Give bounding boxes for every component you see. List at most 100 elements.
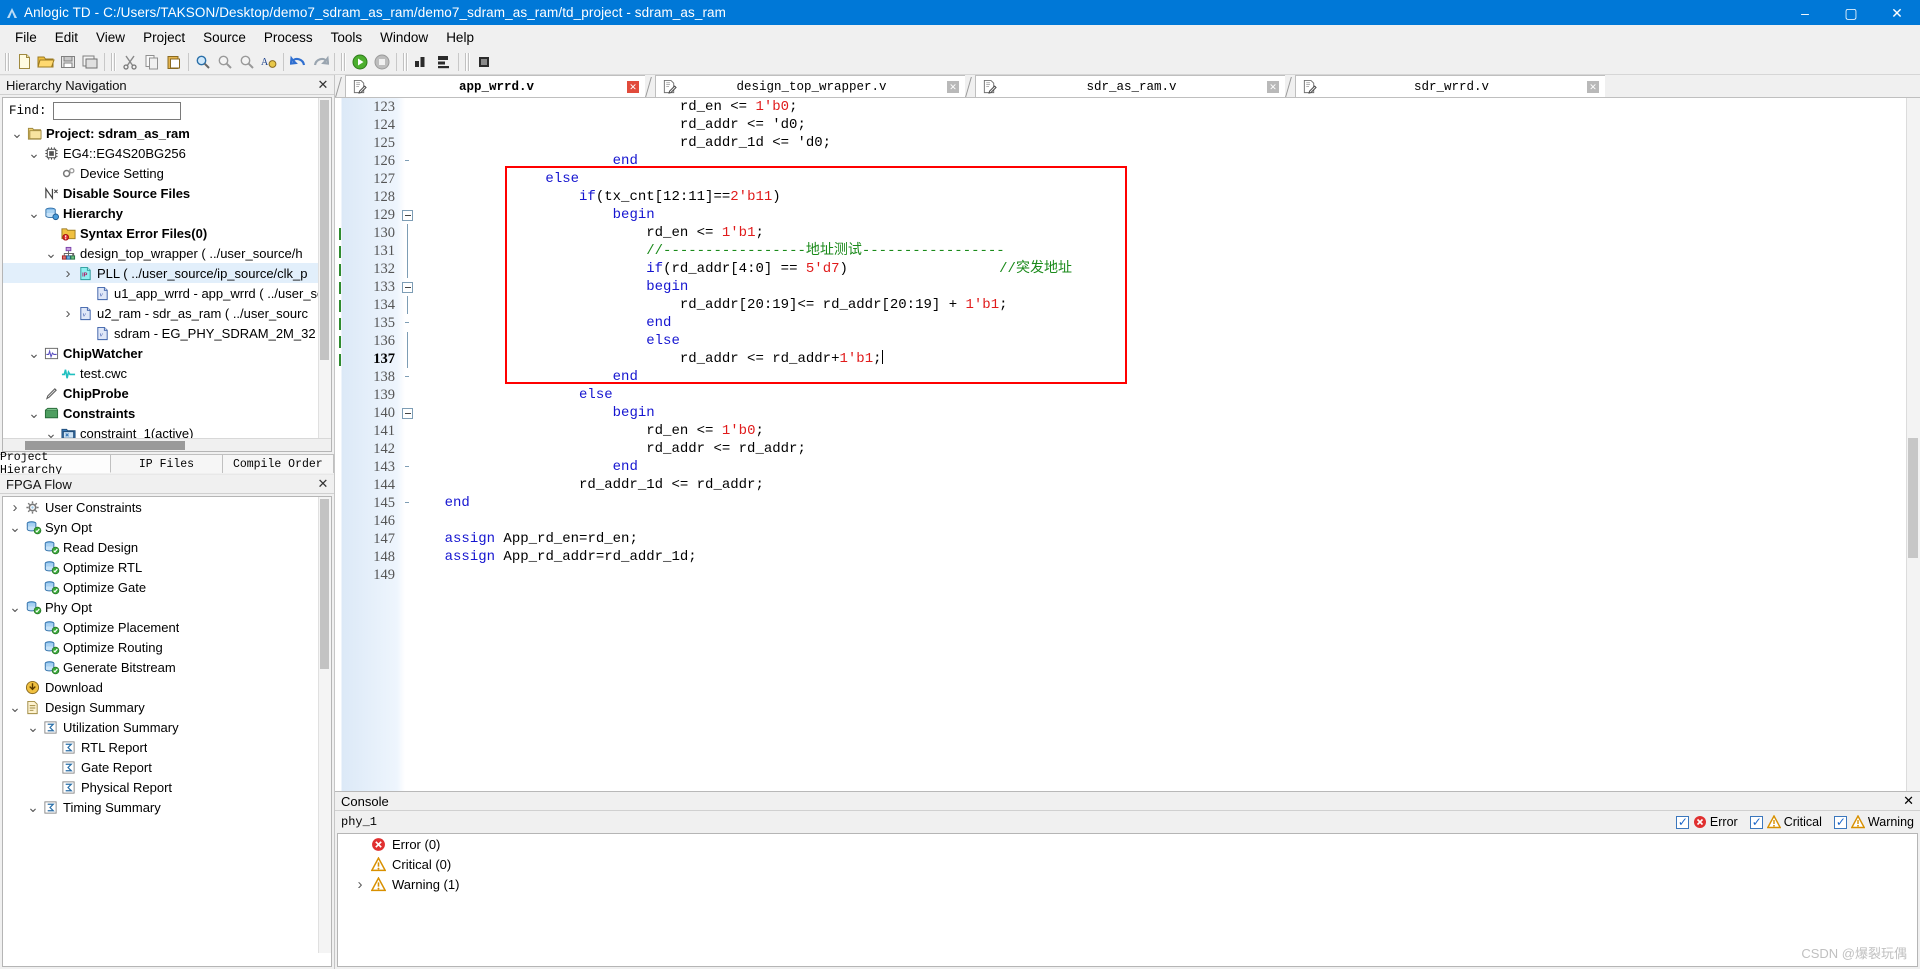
chevron-right-icon[interactable]: › <box>352 876 368 893</box>
menu-tools[interactable]: Tools <box>322 28 372 47</box>
chevron-down-icon[interactable]: ⌄ <box>7 700 23 714</box>
flow-item-13[interactable]: Gate Report <box>3 757 331 777</box>
chevron-down-icon[interactable]: ⌄ <box>26 146 42 160</box>
hierarchy-item-8[interactable]: v u1_app_wrrd - app_wrrd ( ../user_so <box>3 283 331 303</box>
stop-icon[interactable] <box>371 51 393 73</box>
hierarchy-item-3[interactable]: Disable Source Files <box>3 183 331 203</box>
find-icon[interactable] <box>192 51 214 73</box>
console-close-icon[interactable]: ✕ <box>1903 793 1914 809</box>
editor-tab-design_top_wrapper-v[interactable]: design_top_wrapper.v ✕ <box>655 75 965 97</box>
filter-error[interactable]: Error <box>1675 815 1738 829</box>
flow-item-12[interactable]: RTL Report <box>3 737 331 757</box>
chevron-down-icon[interactable]: ⌄ <box>43 426 59 440</box>
flow-item-1[interactable]: ⌄ Syn Opt <box>3 517 331 537</box>
hierarchy-item-11[interactable]: ⌄ ChipWatcher <box>3 343 331 363</box>
menu-process[interactable]: Process <box>255 28 322 47</box>
filter-critical[interactable]: Critical <box>1749 815 1822 829</box>
hierarchy-item-13[interactable]: ChipProbe <box>3 383 331 403</box>
flow-item-3[interactable]: Optimize RTL <box>3 557 331 577</box>
console-row-0[interactable]: Error (0) <box>338 834 1917 854</box>
save-icon[interactable] <box>57 51 79 73</box>
hierarchy-hscrollbar[interactable] <box>3 438 331 451</box>
chevron-down-icon[interactable]: ⌄ <box>9 126 25 140</box>
redo-icon[interactable] <box>309 51 331 73</box>
copy-icon[interactable] <box>141 51 163 73</box>
code-text-area[interactable]: rd_en <= 1'b0; rd_addr <= 'd0; rd_addr_1… <box>405 98 1906 791</box>
find-next-icon[interactable] <box>236 51 258 73</box>
hierarchy-item-9[interactable]: › v u2_ram - sdr_as_ram ( ../user_sourc <box>3 303 331 323</box>
close-button[interactable]: ✕ <box>1874 0 1920 25</box>
console-output[interactable]: Error (0) Critical (0) › Warning (1) CSDN @… <box>337 833 1918 967</box>
hierarchy-item-7[interactable]: › IP PLL ( ../user_source/ip_source/clk_p <box>3 263 331 283</box>
summary-icon[interactable] <box>433 51 455 73</box>
cut-icon[interactable] <box>119 51 141 73</box>
hierarchy-vscrollbar[interactable] <box>318 98 331 438</box>
filter-warning-checkbox[interactable] <box>1833 815 1847 829</box>
filter-warning[interactable]: Warning <box>1833 815 1914 829</box>
editor-tab-sdr_wrrd-v[interactable]: sdr_wrrd.v ✕ <box>1295 75 1605 97</box>
editor-tab-close-icon[interactable]: ✕ <box>1265 80 1281 93</box>
flow-item-0[interactable]: › User Constraints <box>3 497 331 517</box>
flow-item-14[interactable]: Physical Report <box>3 777 331 797</box>
chevron-down-icon[interactable]: ⌄ <box>7 520 23 534</box>
chevron-right-icon[interactable]: › <box>7 500 23 515</box>
hierarchy-item-1[interactable]: ⌄ EG4::EG4S20BG256 <box>3 143 331 163</box>
chevron-right-icon[interactable]: › <box>60 306 76 321</box>
new-file-icon[interactable] <box>13 51 35 73</box>
hierarchy-item-14[interactable]: ⌄ Constraints <box>3 403 331 423</box>
hierarchy-item-4[interactable]: ⌄ Hierarchy <box>3 203 331 223</box>
tab-project-hierarchy[interactable]: Project Hierarchy <box>0 451 112 477</box>
replace-icon[interactable]: A <box>258 51 280 73</box>
hierarchy-panel-close-icon[interactable]: ✕ <box>316 77 330 93</box>
save-all-icon[interactable] <box>79 51 101 73</box>
toolbar-grip-5[interactable] <box>464 52 471 71</box>
tab-compile-order[interactable]: Compile Order <box>222 455 334 473</box>
hierarchy-item-2[interactable]: Device Setting <box>3 163 331 183</box>
hierarchy-tree[interactable]: Find: ⌄ Project: sdram_as_ram ⌄ EG4::EG4S20… <box>2 97 332 452</box>
run-icon[interactable] <box>349 51 371 73</box>
fpga-flow-tree[interactable]: › User Constraints ⌄ Syn Opt Read Design Opti… <box>2 496 332 967</box>
editor-tab-close-icon[interactable]: ✕ <box>1585 80 1601 93</box>
flow-item-6[interactable]: Optimize Placement <box>3 617 331 637</box>
chevron-down-icon[interactable]: ⌄ <box>25 800 41 814</box>
code-editor[interactable]: 123 124 125 126 127 128 129 130 131 132 133 134 135 1… <box>335 97 1920 791</box>
filter-error-checkbox[interactable] <box>1675 815 1689 829</box>
flow-vscrollbar[interactable] <box>318 497 331 953</box>
editor-tab-app_wrrd-v[interactable]: app_wrrd.v ✕ <box>345 75 645 97</box>
editor-tab-close-icon[interactable]: ✕ <box>625 80 641 93</box>
editor-vscrollbar[interactable] <box>1906 98 1920 791</box>
flow-item-10[interactable]: ⌄ Design Summary <box>3 697 331 717</box>
menu-source[interactable]: Source <box>194 28 255 47</box>
menu-help[interactable]: Help <box>437 28 483 47</box>
flow-item-15[interactable]: ⌄ Timing Summary <box>3 797 331 817</box>
menu-file[interactable]: File <box>6 28 46 47</box>
flow-panel-close-icon[interactable]: ✕ <box>316 476 330 492</box>
flow-item-8[interactable]: Generate Bitstream <box>3 657 331 677</box>
hierarchy-item-10[interactable]: v sdram - EG_PHY_SDRAM_2M_32 ( ( <box>3 323 331 343</box>
report-icon[interactable] <box>411 51 433 73</box>
chevron-down-icon[interactable]: ⌄ <box>25 720 41 734</box>
flow-item-4[interactable]: Optimize Gate <box>3 577 331 597</box>
device-icon[interactable] <box>473 51 495 73</box>
toolbar-grip-4[interactable] <box>402 52 409 71</box>
flow-item-5[interactable]: ⌄ Phy Opt <box>3 597 331 617</box>
chevron-down-icon[interactable]: ⌄ <box>7 600 23 614</box>
hierarchy-item-5[interactable]: Syntax Error Files(0) <box>3 223 331 243</box>
paste-icon[interactable] <box>163 51 185 73</box>
chevron-down-icon[interactable]: ⌄ <box>26 406 42 420</box>
flow-item-2[interactable]: Read Design <box>3 537 331 557</box>
hierarchy-item-0[interactable]: ⌄ Project: sdram_as_ram <box>3 123 331 143</box>
chevron-down-icon[interactable]: ⌄ <box>26 346 42 360</box>
flow-item-9[interactable]: Download <box>3 677 331 697</box>
menu-project[interactable]: Project <box>134 28 194 47</box>
console-row-2[interactable]: › Warning (1) <box>338 874 1917 894</box>
flow-item-11[interactable]: ⌄ Utilization Summary <box>3 717 331 737</box>
flow-item-7[interactable]: Optimize Routing <box>3 637 331 657</box>
undo-icon[interactable] <box>287 51 309 73</box>
menu-window[interactable]: Window <box>371 28 437 47</box>
hierarchy-item-12[interactable]: test.cwc <box>3 363 331 383</box>
filter-critical-checkbox[interactable] <box>1749 815 1763 829</box>
chevron-down-icon[interactable]: ⌄ <box>43 246 59 260</box>
editor-tab-close-icon[interactable]: ✕ <box>945 80 961 93</box>
chevron-right-icon[interactable]: › <box>60 266 76 281</box>
